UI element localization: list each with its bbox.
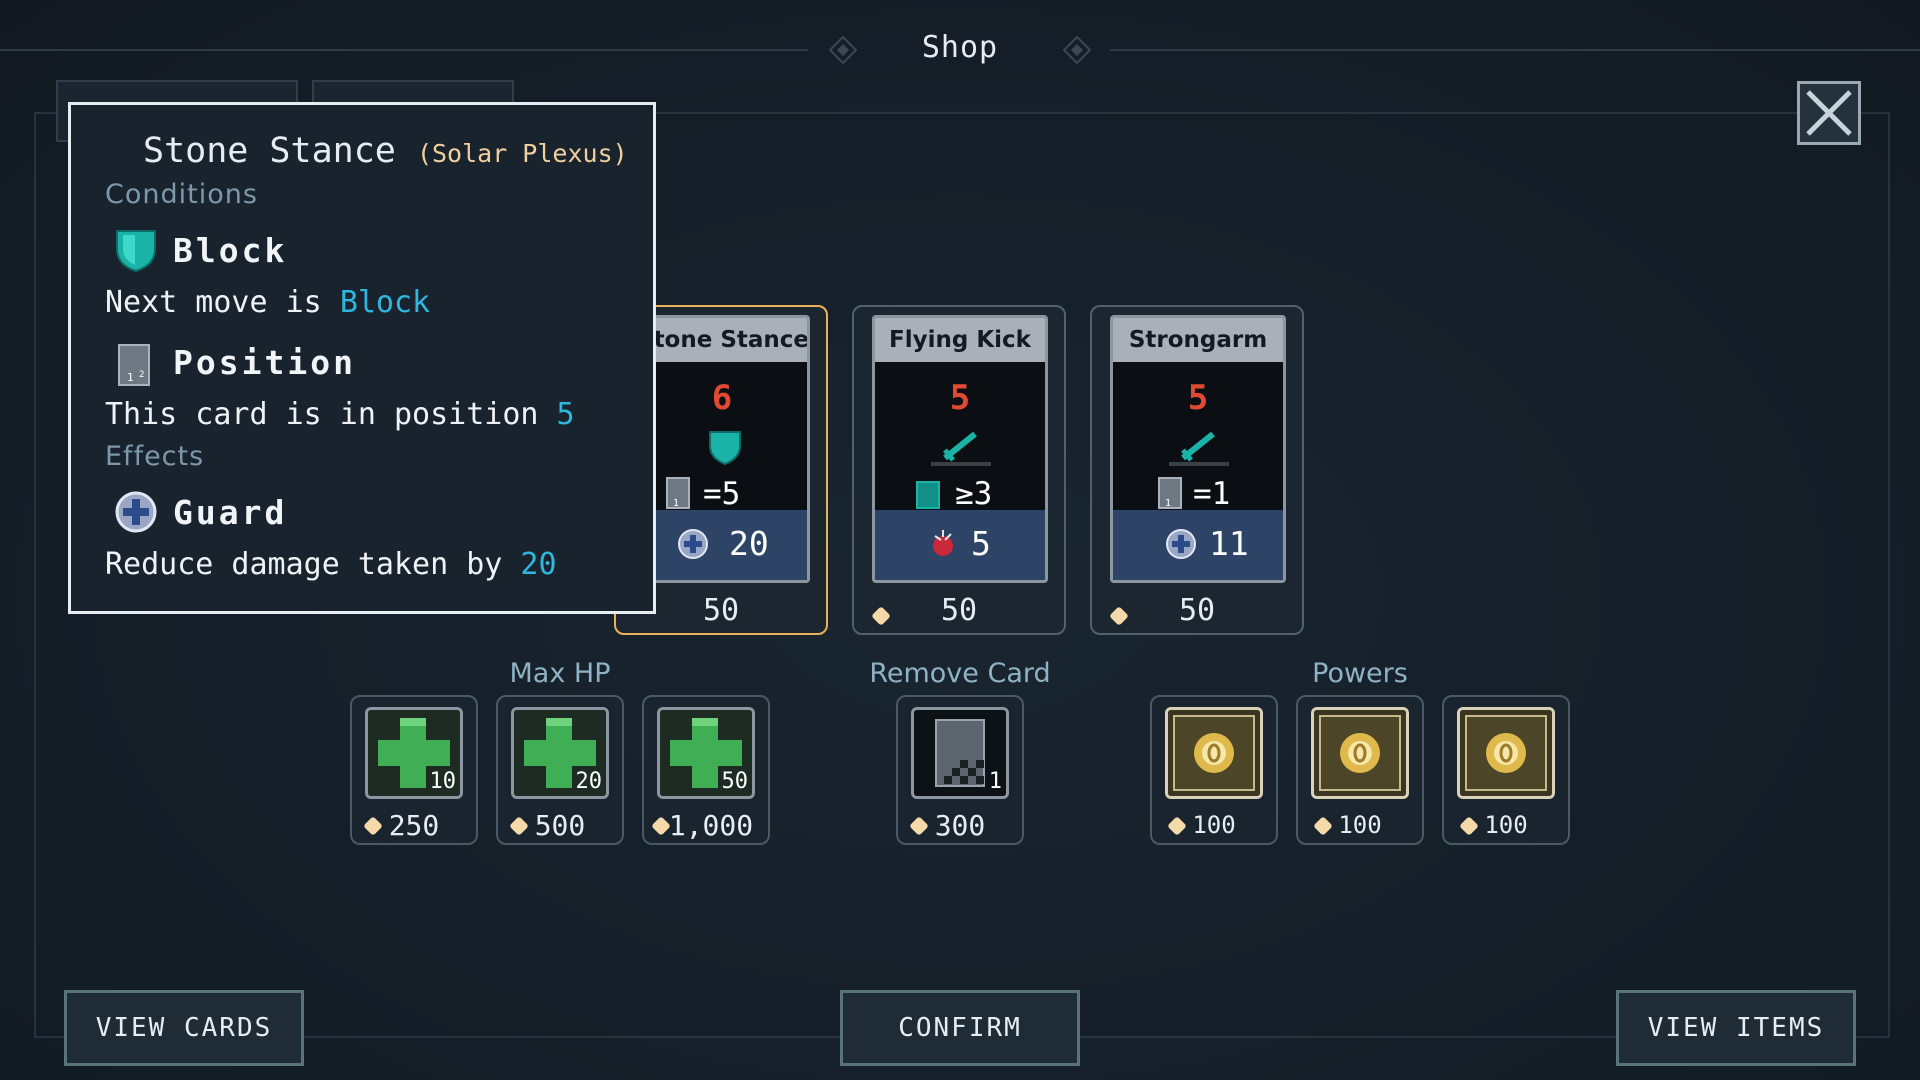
position-card-icon bbox=[916, 481, 940, 509]
power-rune-icon bbox=[1460, 710, 1552, 796]
max-hp-item-10[interactable]: 10 250 bbox=[350, 695, 478, 845]
confirm-button[interactable]: CONFIRM bbox=[840, 990, 1080, 1066]
svg-text:2: 2 bbox=[139, 370, 144, 380]
card-price: 50 bbox=[940, 593, 978, 628]
item-price: 100 bbox=[1484, 811, 1528, 839]
card-cost: 6 bbox=[711, 378, 733, 418]
power-rune-icon bbox=[1168, 710, 1260, 796]
svg-text:1: 1 bbox=[127, 371, 134, 384]
svg-text:1: 1 bbox=[1165, 498, 1171, 509]
position-card-icon: 1 bbox=[1158, 477, 1182, 509]
card-tooltip: Stone Stance (Solar Plexus) Conditions B… bbox=[68, 102, 656, 614]
damage-icon bbox=[933, 530, 953, 556]
card-effect-bar: 11 bbox=[1113, 510, 1283, 580]
tooltip-title: Stone Stance (Solar Plexus) bbox=[143, 131, 628, 171]
card-art: Flying Kick 5 ≥3 5 bbox=[872, 315, 1048, 583]
tooltip-card-name: Stone Stance bbox=[143, 131, 396, 171]
tooltip-block-prefix: Next move is bbox=[105, 285, 340, 320]
tooltip-keyword-guard: Guard bbox=[173, 493, 288, 532]
tooltip-guard-text: Reduce damage taken by 20 bbox=[105, 547, 557, 582]
card-name: Strongarm bbox=[1113, 318, 1283, 362]
card-art: Stone Stance 6 1 =5 20 bbox=[634, 315, 810, 583]
guard-icon bbox=[1166, 529, 1196, 559]
card-effect-value: 20 bbox=[729, 524, 769, 563]
guard-icon bbox=[115, 491, 157, 533]
tooltip-keyword-block: Block bbox=[173, 231, 288, 270]
header-diamond-left-icon bbox=[829, 36, 857, 64]
tooltip-block-value: Block bbox=[339, 285, 431, 320]
header-diamond-right-icon bbox=[1063, 36, 1091, 64]
power-item-3[interactable]: 100 bbox=[1442, 695, 1570, 845]
sword-icon bbox=[1169, 431, 1229, 466]
power-item-2[interactable]: 100 bbox=[1296, 695, 1424, 845]
item-price: 250 bbox=[388, 809, 440, 842]
power-item-1[interactable]: 100 bbox=[1150, 695, 1278, 845]
tooltip-conditions-label: Conditions bbox=[105, 179, 258, 210]
item-icon-frame bbox=[1165, 707, 1263, 799]
tooltip-effects-label: Effects bbox=[105, 441, 205, 472]
card-effect-bar: 5 bbox=[875, 510, 1045, 580]
item-amount: 20 bbox=[575, 769, 603, 794]
card-art: Strongarm 5 1 =1 11 bbox=[1110, 315, 1286, 583]
item-price: 300 bbox=[934, 809, 986, 842]
item-icon-frame bbox=[1457, 707, 1555, 799]
item-icon-frame: 1 bbox=[911, 707, 1009, 799]
header-line-right bbox=[1110, 49, 1920, 51]
card-name: Stone Stance bbox=[637, 318, 807, 362]
section-label-remove-card: Remove Card bbox=[869, 658, 1051, 689]
max-hp-item-20[interactable]: 20 500 bbox=[496, 695, 624, 845]
shop-card-strongarm[interactable]: Strongarm 5 1 =1 11 50 bbox=[1090, 305, 1304, 635]
sword-icon bbox=[931, 431, 991, 466]
page-title: Shop bbox=[921, 30, 999, 65]
view-cards-button[interactable]: VIEW CARDS bbox=[64, 990, 304, 1066]
tooltip-position-text: This card is in position 5 bbox=[105, 397, 575, 432]
position-card-icon: 1 2 bbox=[118, 344, 150, 386]
position-card-icon: 1 bbox=[666, 477, 690, 509]
card-price: 50 bbox=[1178, 593, 1216, 628]
section-label-max-hp: Max HP bbox=[509, 658, 611, 689]
section-label-powers: Powers bbox=[1312, 658, 1408, 689]
item-price: 1,000 bbox=[668, 809, 754, 842]
item-icon-frame: 10 bbox=[365, 707, 463, 799]
item-amount: 50 bbox=[721, 769, 749, 794]
tooltip-guard-prefix: Reduce damage taken by bbox=[105, 547, 521, 582]
item-price: 100 bbox=[1192, 811, 1236, 839]
tooltip-block-text: Next move is Block bbox=[105, 285, 430, 320]
tooltip-position-prefix: This card is in position bbox=[105, 397, 557, 432]
header-line-left bbox=[0, 49, 808, 51]
card-effect-value: 11 bbox=[1209, 524, 1249, 563]
item-amount: 1 bbox=[988, 769, 1002, 794]
tooltip-guard-value: 20 bbox=[520, 547, 557, 582]
card-cost: 5 bbox=[949, 378, 971, 418]
close-icon bbox=[1806, 90, 1852, 136]
card-effect-bar: 20 bbox=[637, 510, 807, 580]
view-items-button[interactable]: VIEW ITEMS bbox=[1616, 990, 1856, 1066]
card-position-rule: =5 bbox=[703, 476, 741, 512]
card-effect-value: 5 bbox=[971, 524, 991, 563]
item-icon-frame bbox=[1311, 707, 1409, 799]
svg-text:1: 1 bbox=[673, 498, 679, 509]
guard-icon bbox=[678, 529, 708, 559]
power-rune-icon bbox=[1314, 710, 1406, 796]
max-hp-item-50[interactable]: 50 1,000 bbox=[642, 695, 770, 845]
item-price: 100 bbox=[1338, 811, 1382, 839]
shield-icon bbox=[709, 431, 741, 466]
item-icon-frame: 50 bbox=[657, 707, 755, 799]
tooltip-subtitle: (Solar Plexus) bbox=[416, 139, 628, 168]
item-amount: 10 bbox=[429, 769, 457, 794]
item-price: 500 bbox=[534, 809, 586, 842]
card-position-rule: =1 bbox=[1193, 476, 1231, 512]
close-button[interactable] bbox=[1797, 81, 1861, 145]
card-position-rule: ≥3 bbox=[955, 476, 993, 512]
tooltip-keyword-position: Position bbox=[173, 343, 356, 382]
card-name: Flying Kick bbox=[875, 318, 1045, 362]
tooltip-position-value: 5 bbox=[556, 397, 575, 432]
item-icon-frame: 20 bbox=[511, 707, 609, 799]
shield-icon bbox=[116, 230, 156, 273]
shop-card-flying-kick[interactable]: Flying Kick 5 ≥3 5 50 bbox=[852, 305, 1066, 635]
card-cost: 5 bbox=[1187, 378, 1209, 418]
remove-card-item[interactable]: 1 300 bbox=[896, 695, 1024, 845]
